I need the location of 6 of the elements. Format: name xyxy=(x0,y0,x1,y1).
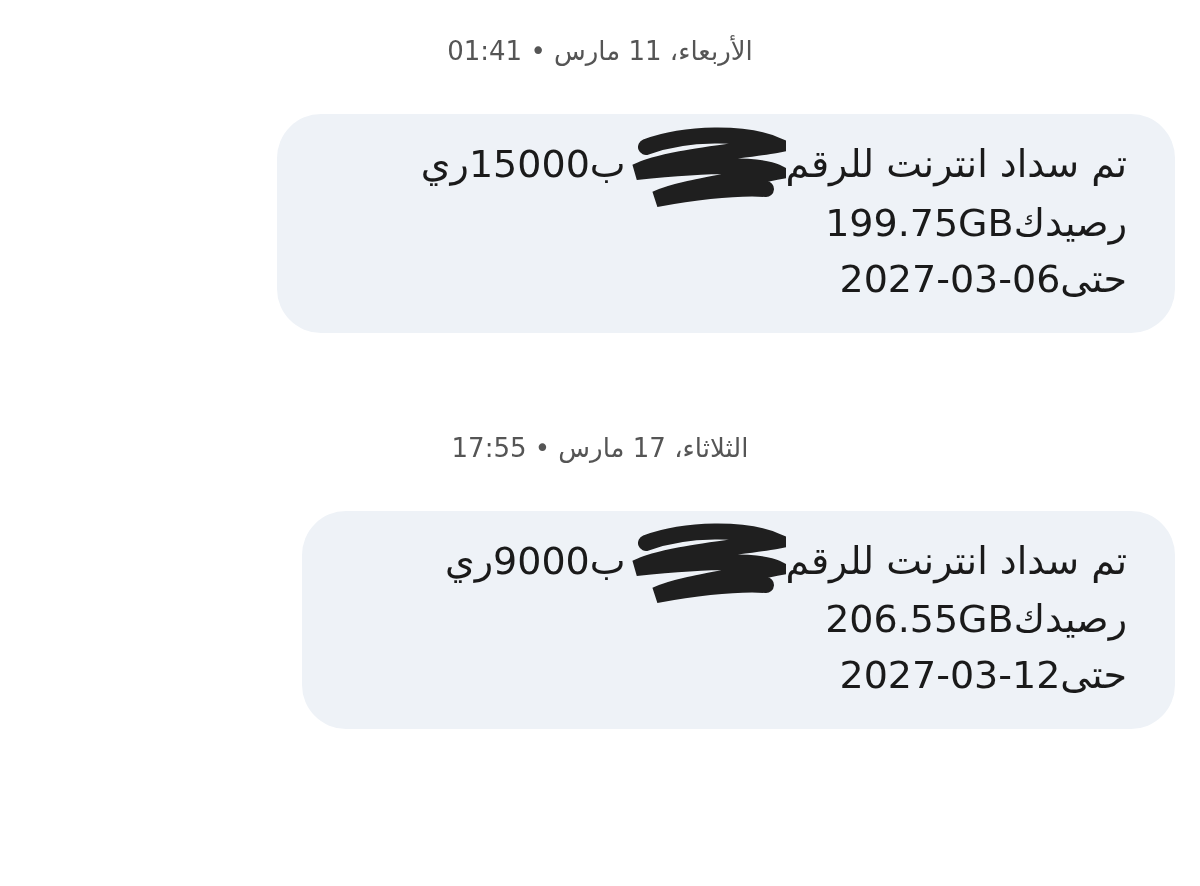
message-text: تم سداد انترنت للرقم ب15000ري xyxy=(327,136,1127,195)
message-text: تم سداد انترنت للرقم ب9000ري xyxy=(352,532,1127,591)
message-timestamp: الأربعاء، 11 مارس • 01:41 xyxy=(446,36,754,66)
balance-text: رصيدك206.55GB xyxy=(824,596,1127,643)
balance-text: رصيدك199.75GB xyxy=(824,199,1127,247)
message-timestamp: الثلاثاء، 17 مارس • 17:55 xyxy=(450,432,750,463)
